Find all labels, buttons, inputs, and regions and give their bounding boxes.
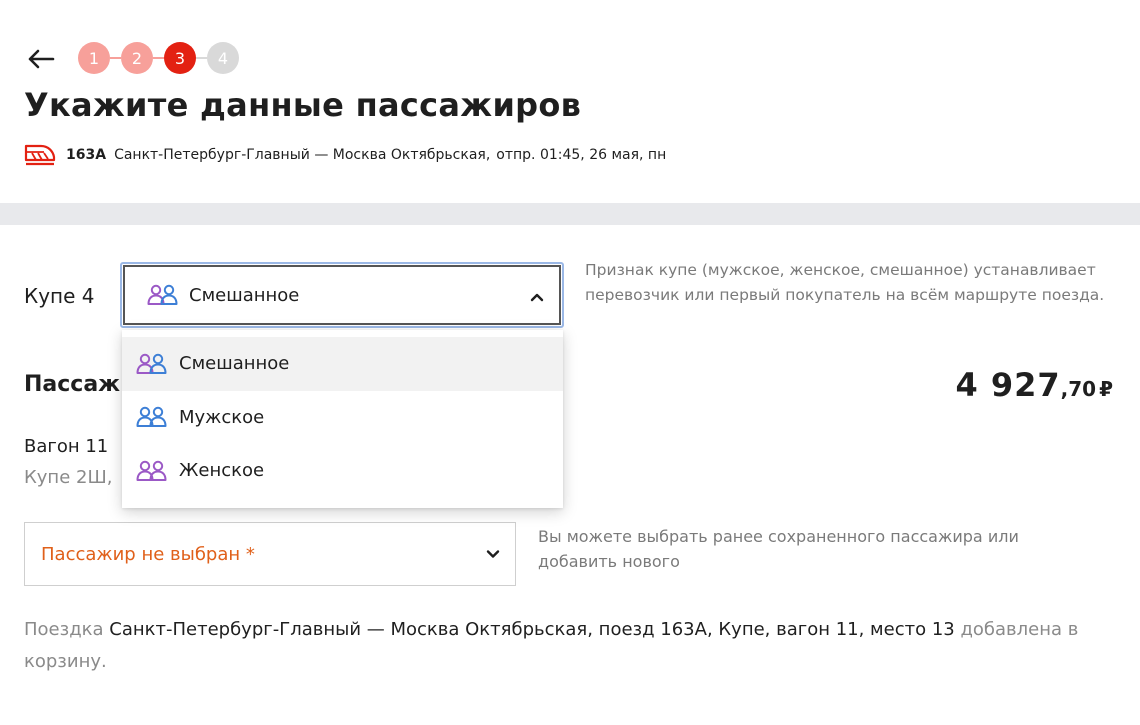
coupe-type-hint: Признак купе (мужское, женское, смешанно…	[585, 261, 1105, 304]
coupe-option-label: Женское	[179, 460, 265, 482]
people-mixed-icon	[147, 284, 178, 305]
coupe-label: Купе 4	[24, 284, 95, 308]
coupe-option-label: Мужское	[179, 406, 265, 428]
passenger-select-hint: Вы можете выбрать ранее сохраненного пас…	[538, 527, 1019, 571]
passengers-heading: Пассаж	[24, 372, 121, 397]
coupe-option-mixed[interactable]: Смешанное	[122, 337, 563, 391]
coupe-option-male[interactable]: Мужское	[122, 391, 563, 445]
step-connector	[153, 57, 164, 59]
train-departure: отпр. 01:45, 26 мая, пн	[496, 147, 667, 163]
step-connector	[196, 57, 207, 59]
train-number: 163А	[66, 147, 107, 163]
cart-note-trip: Санкт-Петербург-Главный — Москва Октябрь…	[109, 619, 955, 640]
chevron-down-icon	[486, 550, 500, 558]
section-divider	[0, 203, 1140, 225]
ticket-price: 4 927,70 ₽	[955, 366, 1114, 404]
people-mixed-icon	[136, 353, 167, 374]
coupe-seat-info: Купе 2Ш,	[24, 467, 113, 488]
people-male-icon	[136, 407, 167, 428]
step-4: 4	[207, 42, 239, 74]
coupe-type-selected-value: Смешанное	[189, 284, 300, 306]
coupe-option-female[interactable]: Женское	[122, 444, 563, 498]
price-main: 4 927	[955, 366, 1061, 404]
price-kopecks: ,70	[1060, 377, 1097, 401]
progress-stepper: 1 2 3 4	[78, 42, 239, 74]
train-route: Санкт-Петербург-Главный — Москва Октябрь…	[114, 147, 491, 163]
cart-note-prefix: Поездка	[24, 619, 110, 640]
step-2[interactable]: 2	[121, 42, 153, 74]
cart-notification: Поездка Санкт-Петербург-Главный — Москва…	[24, 614, 1124, 678]
passenger-select-placeholder: Пассажир не выбран *	[41, 543, 255, 565]
step-1[interactable]: 1	[78, 42, 110, 74]
coupe-type-dropdown: Смешанное Мужское Женское	[122, 330, 563, 508]
step-3-current: 3	[164, 42, 196, 74]
currency-symbol: ₽	[1099, 377, 1114, 401]
people-female-icon	[136, 460, 167, 481]
chevron-up-icon	[530, 293, 544, 302]
step-connector	[110, 57, 121, 59]
arrow-left-icon	[28, 49, 55, 69]
passenger-select[interactable]: Пассажир не выбран *	[24, 522, 516, 586]
page-title: Укажите данные пассажиров	[24, 86, 582, 124]
coupe-option-label: Смешанное	[179, 353, 290, 375]
train-icon	[24, 144, 56, 166]
coupe-type-select-field[interactable]: Смешанное	[123, 265, 561, 325]
train-info: 163А Санкт-Петербург-Главный — Москва Ок…	[24, 143, 666, 167]
wagon-info: Вагон 11	[24, 436, 109, 457]
coupe-type-select[interactable]: Смешанное	[120, 262, 564, 328]
back-button[interactable]	[24, 42, 58, 76]
